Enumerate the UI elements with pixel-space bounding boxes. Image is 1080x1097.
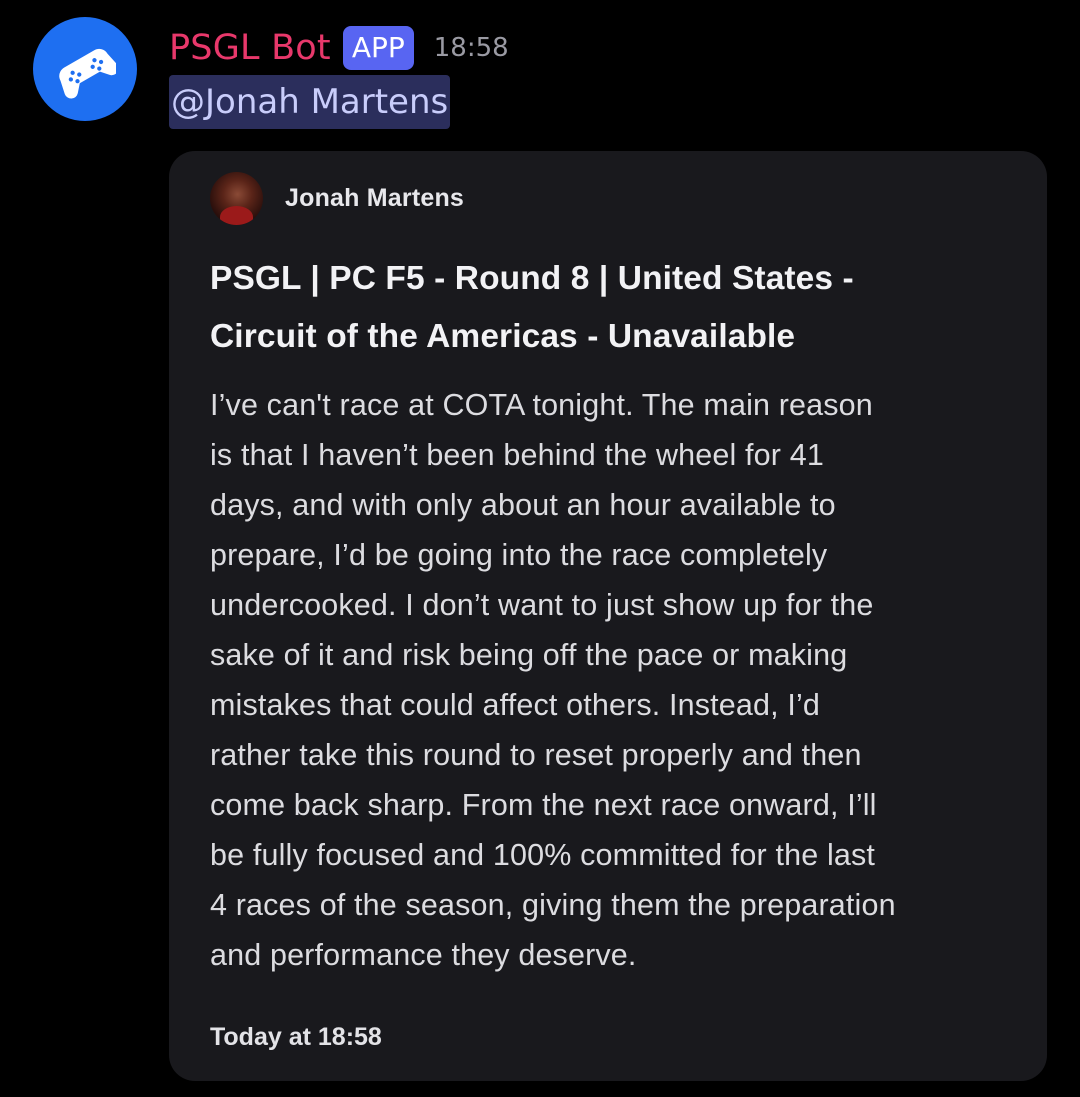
- embed-footer-timestamp: Today at 18:58: [210, 1023, 382, 1051]
- description-line: I’ve can't race at COTA tonight. The mai…: [210, 388, 873, 422]
- embed-title-line: Circuit of the Americas - Unavailable: [210, 318, 796, 355]
- message-header: PSGL Bot APP 18:58: [169, 22, 509, 74]
- description-line: is that I haven’t been behind the wheel …: [210, 438, 824, 472]
- chat-message: PSGL Bot APP 18:58 @Jonah Martens Jonah …: [0, 0, 1080, 1097]
- embed-title: PSGL | PC F5 - Round 8 | United States -…: [210, 250, 1010, 366]
- description-line: be fully focused and 100% committed for …: [210, 838, 876, 872]
- gamepad-icon: [59, 48, 116, 99]
- description-line: sake of it and risk being off the pace o…: [210, 638, 848, 672]
- description-line: mistakes that could affect others. Inste…: [210, 688, 821, 722]
- description-line: prepare, I’d be going into the race comp…: [210, 538, 828, 572]
- description-line: and performance they deserve.: [210, 938, 637, 972]
- embed-card: Jonah Martens PSGL | PC F5 - Round 8 | U…: [169, 151, 1047, 1081]
- message-timestamp: 18:58: [433, 33, 509, 63]
- embed-title-line: PSGL | PC F5 - Round 8 | United States -: [210, 260, 854, 297]
- description-line: come back sharp. From the next race onwa…: [210, 788, 877, 822]
- embed-description: I’ve can't race at COTA tonight. The mai…: [210, 380, 1015, 980]
- bot-username[interactable]: PSGL Bot: [169, 28, 331, 68]
- bot-avatar[interactable]: [33, 17, 137, 121]
- description-line: 4 races of the season, giving them the p…: [210, 888, 896, 922]
- embed-author: Jonah Martens: [210, 172, 464, 225]
- description-line: days, and with only about an hour availa…: [210, 488, 836, 522]
- app-badge: APP: [342, 26, 414, 70]
- description-line: rather take this round to reset properly…: [210, 738, 862, 772]
- author-avatar[interactable]: [210, 172, 263, 225]
- description-line: undercooked. I don’t want to just show u…: [210, 588, 874, 622]
- embed-author-name[interactable]: Jonah Martens: [285, 184, 464, 213]
- user-mention[interactable]: @Jonah Martens: [169, 75, 451, 129]
